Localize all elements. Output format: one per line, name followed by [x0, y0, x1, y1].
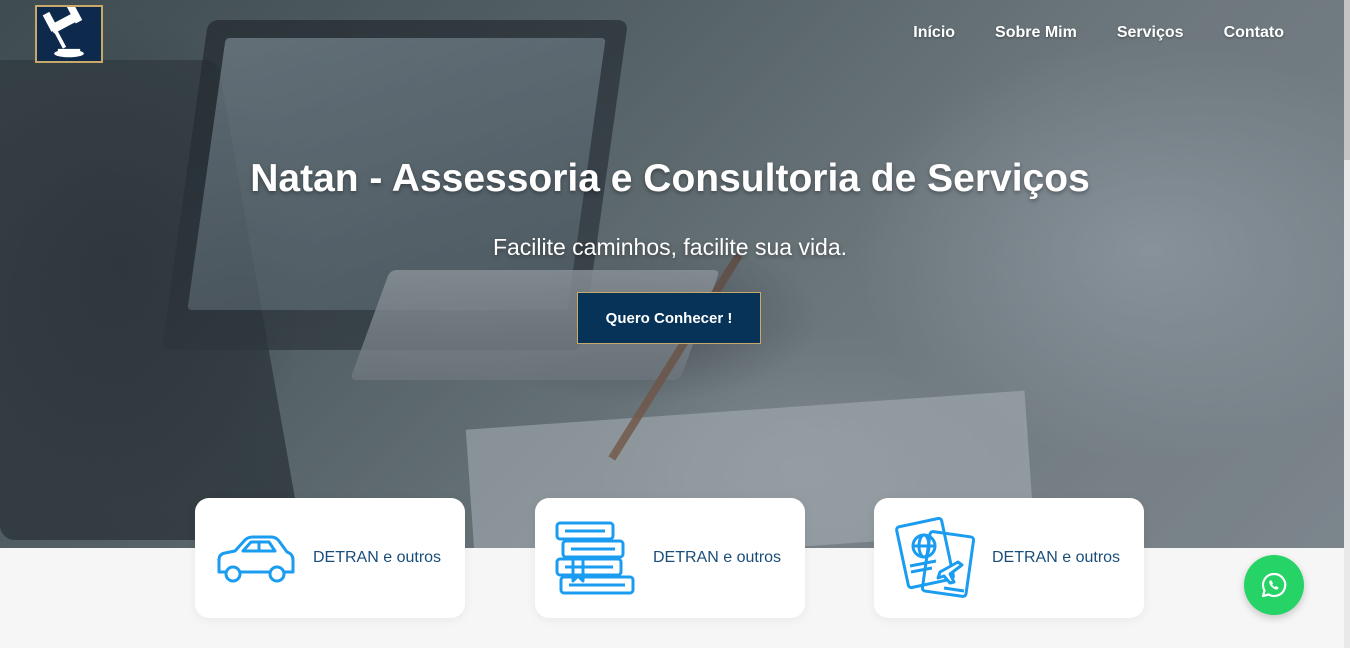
hero-subtitle: Facilite caminhos, facilite sua vida. [492, 234, 848, 260]
service-card-books[interactable]: DETRAN e outros [535, 498, 805, 618]
books-icon [553, 516, 637, 600]
whatsapp-button[interactable] [1244, 555, 1304, 615]
site-logo[interactable] [35, 5, 103, 63]
service-card-label: DETRAN e outros [653, 549, 782, 566]
nav-item-inicio[interactable]: Início [913, 24, 955, 42]
service-card-label: DETRAN e outros [992, 549, 1121, 566]
scrollbar-thumb[interactable] [1344, 0, 1350, 160]
hero-overlay [0, 0, 1344, 548]
page-scrollbar[interactable] [1344, 0, 1350, 648]
nav-item-contato[interactable]: Contato [1224, 24, 1284, 42]
whatsapp-icon [1261, 572, 1287, 598]
car-icon [213, 516, 297, 600]
nav-item-sobre-mim[interactable]: Sobre Mim [995, 24, 1077, 42]
service-card-label: DETRAN e outros [313, 549, 442, 566]
hero-section [0, 0, 1344, 548]
cta-button[interactable]: Quero Conhecer ! [577, 292, 761, 344]
main-nav: Início Sobre Mim Serviços Contato [913, 24, 1284, 42]
hero-title: Natan - Assessoria e Consultoria de Serv… [250, 157, 1090, 200]
gavel-icon [42, 7, 84, 58]
passport-icon [892, 516, 976, 600]
service-card-detran[interactable]: DETRAN e outros [195, 498, 465, 618]
service-card-passport[interactable]: DETRAN e outros [874, 498, 1144, 618]
nav-item-servicos[interactable]: Serviços [1117, 24, 1184, 42]
